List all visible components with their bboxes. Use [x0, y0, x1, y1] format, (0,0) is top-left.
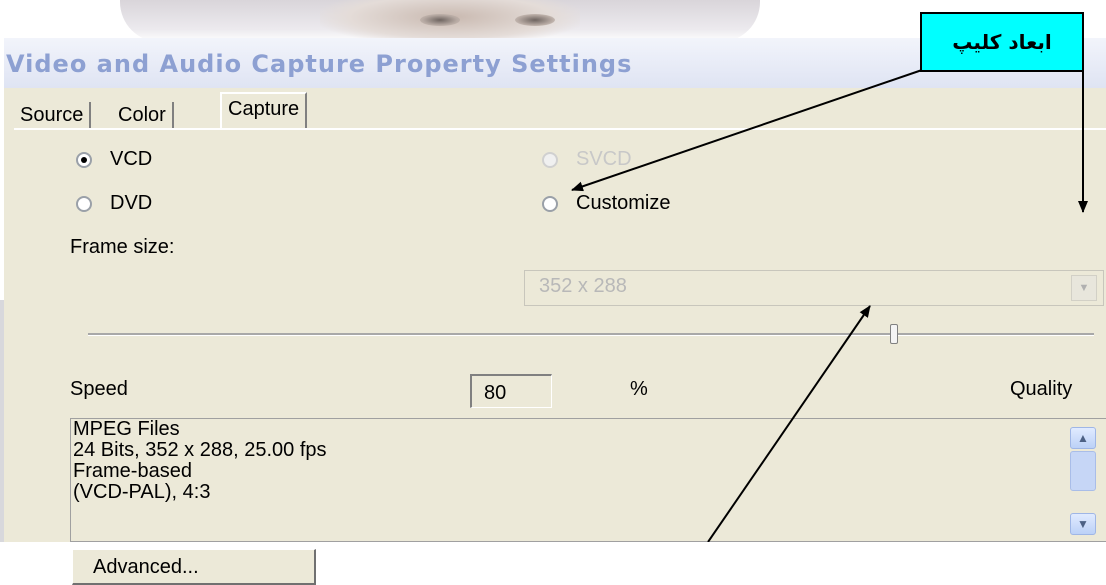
quality-value-input[interactable] [470, 374, 552, 408]
chevron-down-icon: ▼ [1071, 275, 1097, 301]
tab-capture[interactable]: Capture [220, 92, 308, 130]
percent-label: % [630, 378, 648, 400]
radio-vcd-label: VCD [110, 148, 153, 170]
info-line: MPEG Files [73, 418, 180, 440]
dialog-content: Source Color Capture VCD SVCD DVD Custom… [4, 88, 1106, 585]
info-line: (VCD-PAL), 4:3 [73, 481, 211, 503]
radio-svcd: SVCD [542, 148, 632, 171]
radio-dot-icon [542, 195, 558, 212]
tab-source[interactable]: Source [14, 102, 92, 128]
format-info-box[interactable]: MPEG Files 24 Bits, 352 x 288, 25.00 fps… [70, 418, 1106, 542]
radio-svcd-label: SVCD [576, 148, 632, 170]
radio-customize[interactable]: Customize [542, 192, 670, 215]
info-line: Frame-based [73, 460, 192, 482]
frame-size-select: 352 x 288 ▼ [524, 270, 1104, 306]
radio-customize-label: Customize [576, 192, 671, 214]
capture-settings-dialog: Video and Audio Capture Property Setting… [4, 38, 1106, 585]
scroll-thumb[interactable] [1070, 451, 1096, 491]
annotation-callout: ابعاد كليپ [920, 12, 1084, 72]
radio-dvd-label: DVD [110, 192, 153, 214]
eye-left [420, 14, 460, 26]
speed-label: Speed [70, 378, 128, 400]
eye-right [515, 14, 555, 26]
radio-dot-icon [542, 151, 558, 168]
format-info-text: MPEG Files 24 Bits, 352 x 288, 25.00 fps… [73, 419, 327, 503]
frame-size-value: 352 x 288 [539, 275, 627, 297]
scroll-up-icon[interactable]: ▲ [1070, 427, 1096, 449]
tab-panel-border [14, 128, 1106, 130]
radio-dvd[interactable]: DVD [76, 192, 152, 215]
quality-slider-thumb[interactable] [890, 324, 898, 344]
frame-size-label: Frame size: [70, 236, 175, 258]
scroll-down-icon[interactable]: ▼ [1070, 513, 1096, 535]
advanced-button[interactable]: Advanced... [72, 549, 316, 585]
info-scrollbar[interactable]: ▲ ▼ [1066, 427, 1100, 539]
radio-dot-icon [76, 195, 92, 212]
quality-slider-track[interactable] [88, 333, 1094, 336]
quality-label: Quality [1010, 378, 1073, 400]
tab-color[interactable]: Color [112, 102, 174, 128]
info-line: 24 Bits, 352 x 288, 25.00 fps [73, 439, 327, 461]
background-photo [120, 0, 760, 44]
window-title: Video and Audio Capture Property Setting… [6, 50, 633, 78]
radio-vcd[interactable]: VCD [76, 148, 152, 171]
radio-dot-icon [76, 151, 92, 168]
